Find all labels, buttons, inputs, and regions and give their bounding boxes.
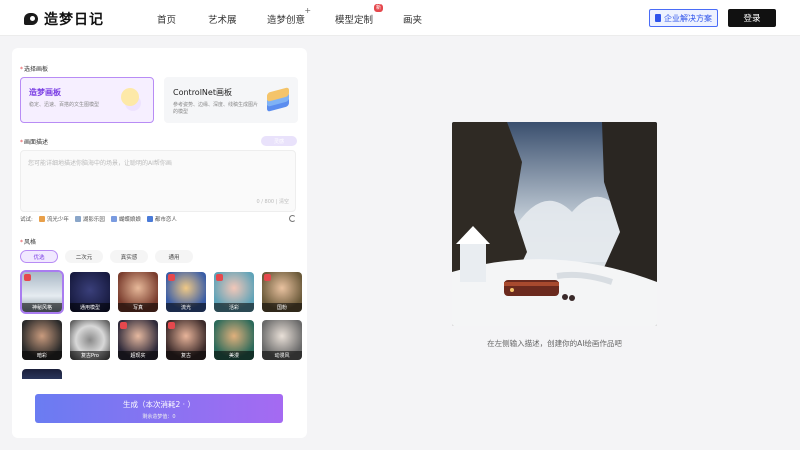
style-thumb[interactable]: 暗彩 [22,320,62,360]
nav-model-custom-label: 模型定制 [335,15,374,26]
canvas-card-controlnet-desc: 参考姿势、边缘、深度、线稿生成图片的模型 [173,102,259,115]
prompt-input[interactable]: 您可能详细地描述你脑海中的场景，让聪明的AI帮你画 0 / 800 | 清空 [20,150,296,212]
try-suggestions: 试试: 流光少年 湖影乐园 蝴蝶娘娘 都市恋人 [20,215,177,223]
prompt-placeholder: 您可能详细地描述你脑海中的场景，让聪明的AI帮你画 [28,160,172,167]
style-thumb[interactable]: 复古Pro [70,320,110,360]
tag-icon [38,216,45,222]
style-thumb[interactable]: 通用模型 [70,272,110,312]
logo-text: 造梦日记 [44,12,104,28]
style-thumb[interactable]: 动漫风 [262,320,302,360]
prompt-section-label: *画面描述 [20,139,49,146]
try-tag[interactable]: 都市恋人 [146,215,177,223]
top-header: 造梦日记 首页 艺术展 造梦创意 + 模型定制 新 画夹 企业解决方案 登录 [0,0,800,36]
clear-link[interactable]: 清空 [279,199,289,205]
tag-icon [74,216,81,222]
preview-image [452,122,657,326]
moon-icon [121,88,139,106]
remaining-credits: 剩余造梦值：0 [142,414,176,420]
style-tab-featured[interactable]: 优选 [20,250,58,263]
canvas-section-label: *选择画板 [20,66,49,73]
inspiration-button[interactable]: 灵感 [261,136,297,146]
document-icon [655,14,661,22]
style-tab-realistic[interactable]: 真实感 [110,250,148,263]
nav-home[interactable]: 首页 [157,12,176,26]
style-thumb[interactable]: 超现实 [118,320,158,360]
style-thumb-partial[interactable] [22,369,62,379]
winter-train-illustration [452,122,657,326]
style-tab-general[interactable]: 通用 [155,250,193,263]
nav-model-custom[interactable]: 模型定制 新 [335,4,384,26]
plus-icon: + [304,6,312,15]
style-thumb[interactable]: 神秘风格 [20,270,64,314]
canvas-card-dream-desc: 稳定、迅速、百搭的文生图模型 [29,102,100,108]
style-thumb[interactable]: 国粉 [262,272,302,312]
canvas-card-controlnet[interactable]: ControlNet画板 参考姿势、边缘、深度、线稿生成图片的模型 [164,77,298,123]
style-section-label: *风格 [20,239,37,246]
try-tag[interactable]: 蝴蝶娘娘 [110,215,141,223]
preview-caption: 在左侧输入描述，创建你的AI绘画作品吧 [487,339,622,348]
canvas-card-dream[interactable]: 造梦画板 稳定、迅速、百搭的文生图模型 [20,77,154,123]
generate-button[interactable]: 生成（本次消耗2 · ） 剩余造梦值：0 [35,394,283,423]
try-tag[interactable]: 流光少年 [38,215,69,223]
nav-dream-creative-label: 造梦创意 [267,15,306,26]
style-thumb[interactable]: 复古 [166,320,206,360]
hot-badge-icon [216,274,223,281]
hot-badge-icon [168,322,175,329]
enterprise-solution-button[interactable]: 企业解决方案 [649,9,718,27]
hot-badge-icon [168,274,175,281]
style-thumb[interactable]: 活彩 [214,272,254,312]
tag-icon [110,216,117,222]
layers-icon [267,87,289,112]
generate-label: 生成（本次消耗2 · ） [123,400,195,409]
tag-icon [146,216,153,222]
nav-folder[interactable]: 画夹 [403,12,422,26]
logo[interactable]: 造梦日记 [24,9,104,29]
style-thumb[interactable]: 美漫 [214,320,254,360]
style-thumb[interactable]: 流光 [166,272,206,312]
logo-icon [24,12,40,26]
style-tabs: 优选 二次元 真实感 通用 [20,250,193,263]
enterprise-solution-label: 企业解决方案 [664,13,712,23]
nav-dream-creative[interactable]: 造梦创意 + [267,6,311,26]
nav-art-exhibition[interactable]: 艺术展 [208,12,237,26]
refresh-icon[interactable] [289,215,296,222]
hot-badge-icon [120,322,127,329]
hot-badge-icon [264,274,271,281]
try-tag[interactable]: 湖影乐园 [74,215,105,223]
new-badge: 新 [374,4,384,12]
style-thumb[interactable]: 写真 [118,272,158,312]
hot-badge-icon [24,274,31,281]
login-button[interactable]: 登录 [728,9,776,27]
try-label: 试试: [20,217,33,223]
prompt-counter: 0 / 800 | 清空 [256,199,289,205]
style-tab-anime[interactable]: 二次元 [65,250,103,263]
